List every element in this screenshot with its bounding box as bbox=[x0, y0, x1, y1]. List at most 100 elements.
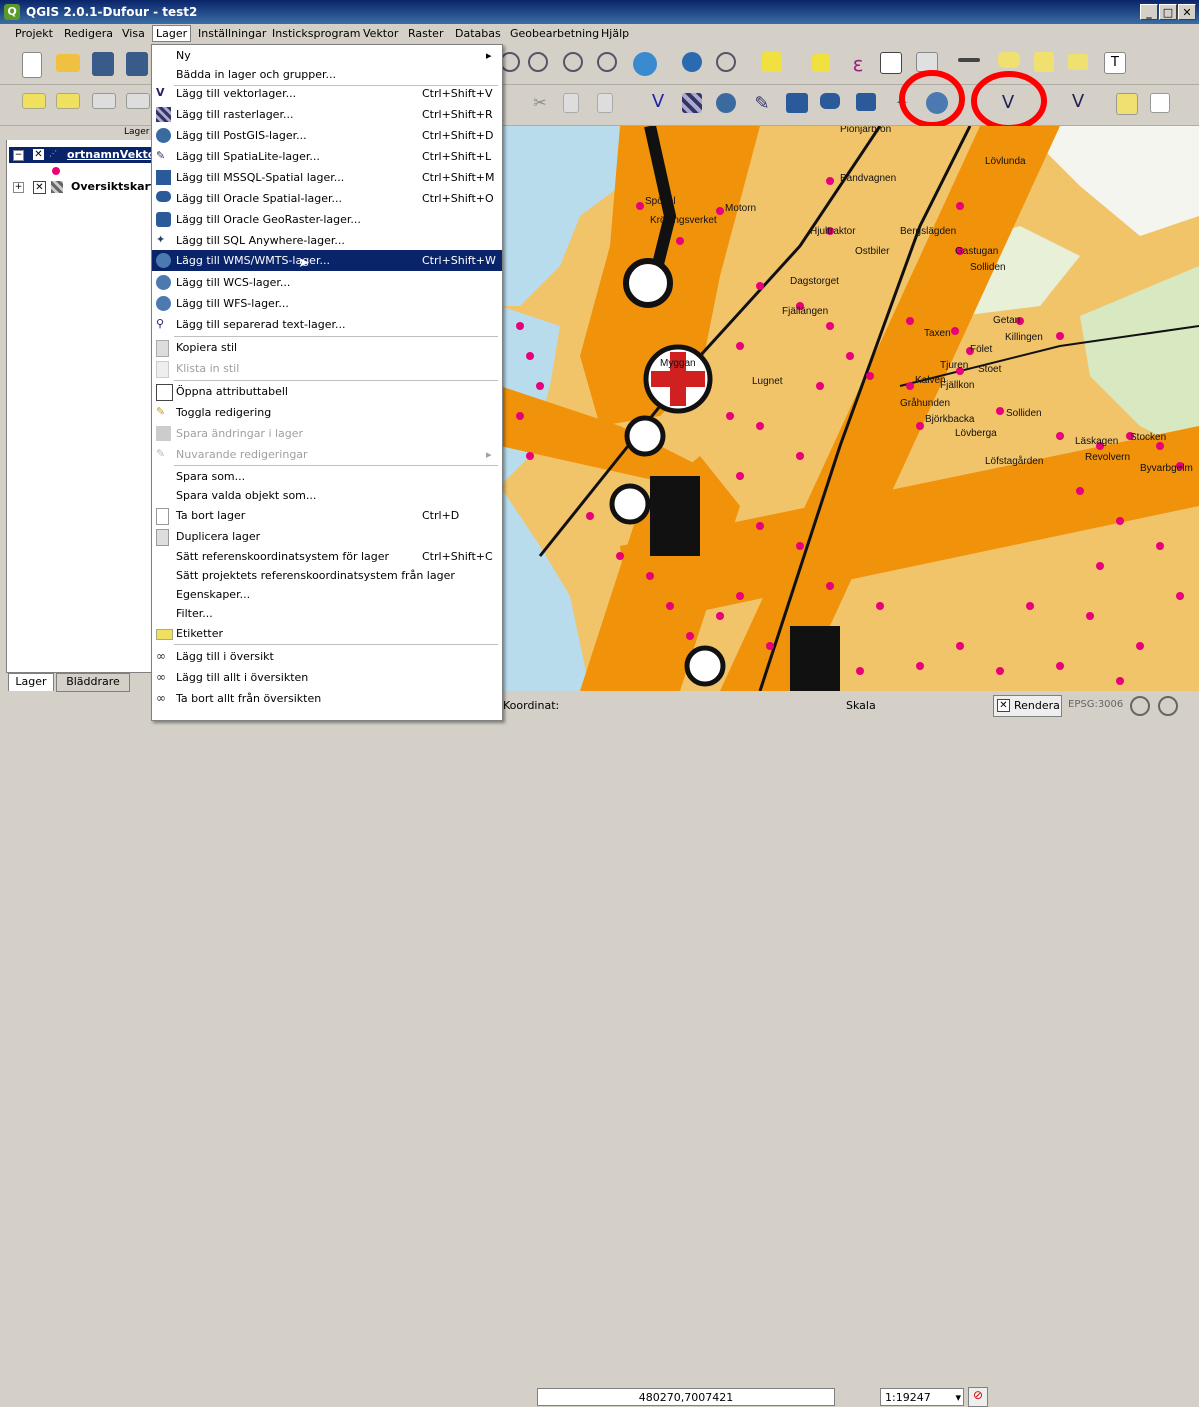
open-project-icon[interactable] bbox=[56, 54, 80, 72]
menu-visa[interactable]: Visa bbox=[122, 27, 145, 40]
tab-bladdrare[interactable]: Bläddrare bbox=[56, 673, 130, 692]
layer-row-ortnamn[interactable]: − ✕ ⋰ ortnamnVektor bbox=[9, 147, 161, 163]
menu-item-nuvarande-redigeringar[interactable]: ✎ Nuvarande redigeringar ▸ bbox=[152, 444, 502, 465]
menu-item-oracle-spatial[interactable]: Lägg till Oracle Spatial-lager... Ctrl+Sh… bbox=[152, 188, 502, 209]
menu-item-egenskaper[interactable]: Egenskaper... bbox=[152, 584, 502, 605]
crs-status-icon[interactable] bbox=[1130, 696, 1150, 716]
add-vector-layer-icon[interactable]: V bbox=[646, 91, 670, 115]
add-mssql-layer-icon[interactable] bbox=[786, 93, 808, 113]
menu-item-label: Lägg till SpatiaLite-lager... bbox=[176, 150, 320, 163]
expand-icon[interactable]: + bbox=[13, 182, 24, 193]
copy-icon[interactable] bbox=[563, 93, 579, 113]
messages-icon[interactable] bbox=[1158, 696, 1178, 716]
raster-icon bbox=[156, 107, 171, 122]
select-icon[interactable] bbox=[762, 52, 782, 72]
coordinate-field[interactable]: 480270,7007421 bbox=[537, 1388, 835, 1406]
zoom-out-icon[interactable] bbox=[528, 52, 548, 72]
menu-geobearbetning[interactable]: Geobearbetning bbox=[510, 27, 599, 40]
add-georaster-layer-icon[interactable] bbox=[856, 93, 876, 111]
close-button[interactable]: ✕ bbox=[1178, 4, 1196, 20]
menu-item-lagg-till-oversikt[interactable]: ∞ Lägg till i översikt bbox=[152, 646, 502, 667]
menu-hjalp[interactable]: Hjälp bbox=[601, 27, 629, 40]
menu-item-delimited-text[interactable]: ⚲ Lägg till separerad text-lager... bbox=[152, 314, 502, 335]
expression-icon[interactable]: ε bbox=[846, 52, 870, 76]
menu-item-wcs[interactable]: Lägg till WCS-lager... bbox=[152, 272, 502, 293]
layer-checkbox[interactable]: ✕ bbox=[33, 149, 44, 160]
stop-render-icon[interactable]: ⊘ bbox=[968, 1387, 988, 1407]
new-vector-layer-icon[interactable]: V bbox=[1066, 91, 1090, 115]
expand-icon[interactable]: − bbox=[13, 150, 24, 161]
menu-item-spara-som[interactable]: Spara som... bbox=[152, 466, 502, 487]
cut-icon[interactable]: ✂ bbox=[528, 93, 552, 117]
menu-redigera[interactable]: Redigera bbox=[64, 27, 113, 40]
crs-label[interactable]: EPSG:3006 bbox=[1068, 699, 1123, 710]
layer-checkbox[interactable]: ✕ bbox=[33, 181, 46, 194]
annotation-icon[interactable] bbox=[1068, 54, 1088, 70]
menu-raster[interactable]: Raster bbox=[408, 27, 443, 40]
remove-layer-icon[interactable] bbox=[1150, 93, 1170, 113]
menu-item-lagg-till-allt-oversikt[interactable]: ∞ Lägg till allt i översikten bbox=[152, 667, 502, 688]
paste-icon[interactable] bbox=[597, 93, 613, 113]
menu-projekt[interactable]: Projekt bbox=[15, 27, 53, 40]
layer-label-icon[interactable] bbox=[56, 93, 80, 109]
minimize-button[interactable]: _ bbox=[1140, 4, 1158, 20]
maximize-button[interactable]: □ bbox=[1159, 4, 1177, 20]
save-as-icon[interactable] bbox=[126, 52, 148, 76]
new-project-icon[interactable] bbox=[22, 52, 42, 78]
menu-item-filter[interactable]: Filter... bbox=[152, 603, 502, 624]
menu-item-mssql[interactable]: Lägg till MSSQL-Spatial lager... Ctrl+Shi… bbox=[152, 167, 502, 188]
menu-item-badda-in[interactable]: Bädda in lager och grupper... bbox=[152, 64, 502, 85]
menu-item-satt-projekt-crs[interactable]: Sätt projektets referenskoordinatsystem … bbox=[152, 565, 502, 586]
map-canvas[interactable]: Pionjarbron Bandvagnen Lövlunda Spökhl K… bbox=[500, 126, 1199, 691]
save-project-icon[interactable] bbox=[92, 52, 114, 76]
menu-item-wfs[interactable]: Lägg till WFS-lager... bbox=[152, 293, 502, 314]
menu-item-ta-bort-lager[interactable]: Ta bort lager Ctrl+D bbox=[152, 505, 502, 526]
add-raster-layer-icon[interactable] bbox=[682, 93, 702, 113]
deselect-icon[interactable] bbox=[812, 54, 830, 72]
menu-item-toggla-redigering[interactable]: ✎ Toggla redigering bbox=[152, 402, 502, 423]
menu-item-vektorlager[interactable]: V Lägg till vektorlager... Ctrl+Shift+V bbox=[152, 83, 502, 104]
menu-databas[interactable]: Databas bbox=[455, 27, 501, 40]
action-icon[interactable] bbox=[716, 52, 736, 72]
menu-item-attributtabell[interactable]: Öppna attributtabell bbox=[152, 381, 502, 402]
menu-item-postgis[interactable]: Lägg till PostGIS-lager... Ctrl+Shift+D bbox=[152, 125, 502, 146]
add-oracle-layer-icon[interactable] bbox=[820, 93, 840, 109]
add-postgis-layer-icon[interactable] bbox=[716, 93, 736, 113]
menu-item-wms[interactable]: Lägg till WMS/WMTS-lager... Ctrl+Shift+W bbox=[152, 250, 502, 271]
menu-item-spara-andringar[interactable]: Spara ändringar i lager bbox=[152, 423, 502, 444]
zoom-layer-icon[interactable] bbox=[563, 52, 583, 72]
menu-item-klista-in-stil[interactable]: Klista in stil bbox=[152, 358, 502, 379]
scale-combobox[interactable]: 1:19247 ▾ bbox=[880, 1388, 964, 1406]
render-toggle[interactable]: ✕ Rendera bbox=[993, 695, 1062, 717]
menu-item-spatialite[interactable]: ✎ Lägg till SpatiaLite-lager... Ctrl+Shift… bbox=[152, 146, 502, 167]
menu-item-ny[interactable]: Ny ▸ bbox=[152, 45, 502, 66]
pin-label-icon[interactable] bbox=[92, 93, 116, 109]
map-tips-icon[interactable] bbox=[998, 52, 1020, 68]
show-label-icon[interactable] bbox=[126, 93, 150, 109]
menu-item-ta-bort-oversikt[interactable]: ∞ Ta bort allt från översikten bbox=[152, 688, 502, 709]
identify-icon[interactable] bbox=[682, 52, 702, 72]
menu-item-etiketter[interactable]: Etiketter bbox=[152, 623, 502, 644]
refresh-icon[interactable] bbox=[633, 52, 657, 76]
zoom-last-icon[interactable] bbox=[597, 52, 617, 72]
measure-icon[interactable] bbox=[958, 58, 980, 62]
text-annotation-icon[interactable]: T bbox=[1104, 52, 1126, 74]
menu-item-kopiera-stil[interactable]: Kopiera stil bbox=[152, 337, 502, 358]
menu-item-oracle-georaster[interactable]: Lägg till Oracle GeoRaster-lager... bbox=[152, 209, 502, 230]
menu-lager[interactable]: Lager bbox=[152, 25, 192, 42]
render-checkbox[interactable]: ✕ bbox=[997, 699, 1010, 712]
menu-item-sqlanywhere[interactable]: ✦ Lägg till SQL Anywhere-lager... bbox=[152, 230, 502, 251]
new-spatialite-layer-icon[interactable] bbox=[1116, 93, 1138, 115]
label-icon[interactable] bbox=[22, 93, 46, 109]
menu-installningar[interactable]: Inställningar bbox=[198, 27, 266, 40]
add-spatialite-layer-icon[interactable]: ✎ bbox=[750, 93, 774, 117]
layer-row-oversikt[interactable]: + ✕ Oversiktskarta bbox=[9, 179, 163, 195]
menu-item-duplicera[interactable]: Duplicera lager bbox=[152, 526, 502, 547]
menu-item-rasterlager[interactable]: Lägg till rasterlager... Ctrl+Shift+R bbox=[152, 104, 502, 125]
tab-lager[interactable]: Lager bbox=[8, 673, 54, 691]
menu-insticksprogram[interactable]: Insticksprogram bbox=[272, 27, 360, 40]
menu-item-satt-crs-lager[interactable]: Sätt referenskoordinatsystem för lager Ct… bbox=[152, 546, 502, 567]
zoom-in-icon[interactable] bbox=[500, 52, 520, 72]
menu-item-spara-valda[interactable]: Spara valda objekt som... bbox=[152, 485, 502, 506]
menu-vektor[interactable]: Vektor bbox=[363, 27, 398, 40]
